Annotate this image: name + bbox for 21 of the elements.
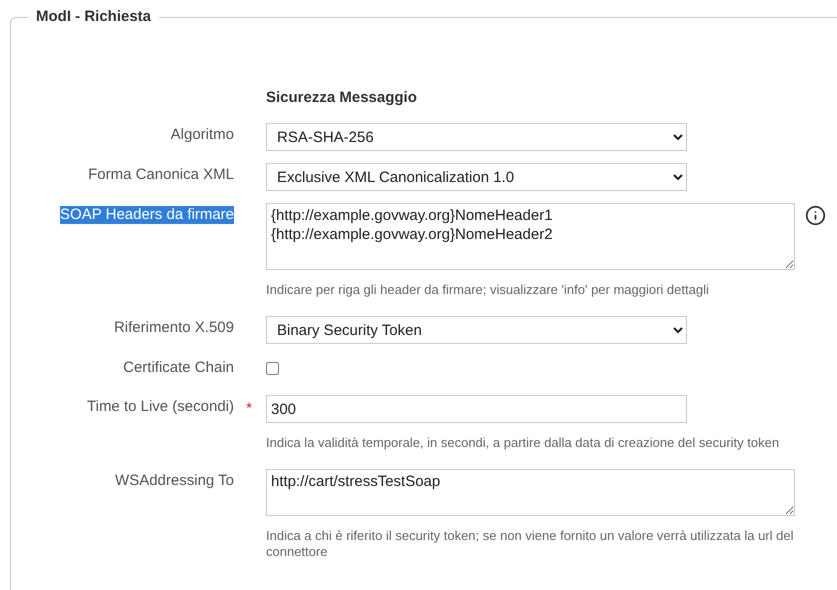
dropdown-select[interactable]: RSA-SHA-256: [266, 123, 687, 151]
field-label: SOAP Headers da firmare: [60, 206, 234, 224]
dropdown-select[interactable]: Exclusive XML Canonicalization 1.0: [266, 163, 687, 191]
text-area[interactable]: http://cart/stressTestSoap: [266, 469, 795, 516]
text-area[interactable]: {http://example.govway.org}NomeHeader1 {http://example.govway.org}NomeHeader2: [266, 203, 795, 270]
dropdown-select[interactable]: Binary Security Token: [266, 316, 687, 344]
text-input[interactable]: 300: [266, 395, 687, 423]
field-label: Algoritmo: [170, 126, 234, 144]
field-label: Certificate Chain: [123, 359, 234, 377]
section-legend: ModI - Richiesta: [28, 6, 160, 28]
field-label: Riferimento X.509: [114, 319, 234, 337]
required-asterisk: *: [246, 399, 252, 419]
info-icon[interactable]: [805, 205, 826, 226]
field-hint: Indicare per riga gli header da firmare; visualizzare 'info' per maggiori dettagli: [266, 282, 710, 298]
section-title: Sicurezza Messaggio: [266, 88, 417, 108]
field-label: Forma Canonica XML: [88, 166, 234, 184]
field-hint: Indica la validità temporale, in secondi, a partire dalla data di creazione del security token: [266, 435, 780, 451]
field-label: WSAddressing To: [115, 472, 234, 490]
field-label: Time to Live (secondi): [87, 398, 234, 416]
checkbox[interactable]: [266, 362, 279, 375]
field-hint: Indica a chi è riferito il security token; se non viene fornito un valore verrà utilizzata la url del connettore: [266, 528, 794, 560]
